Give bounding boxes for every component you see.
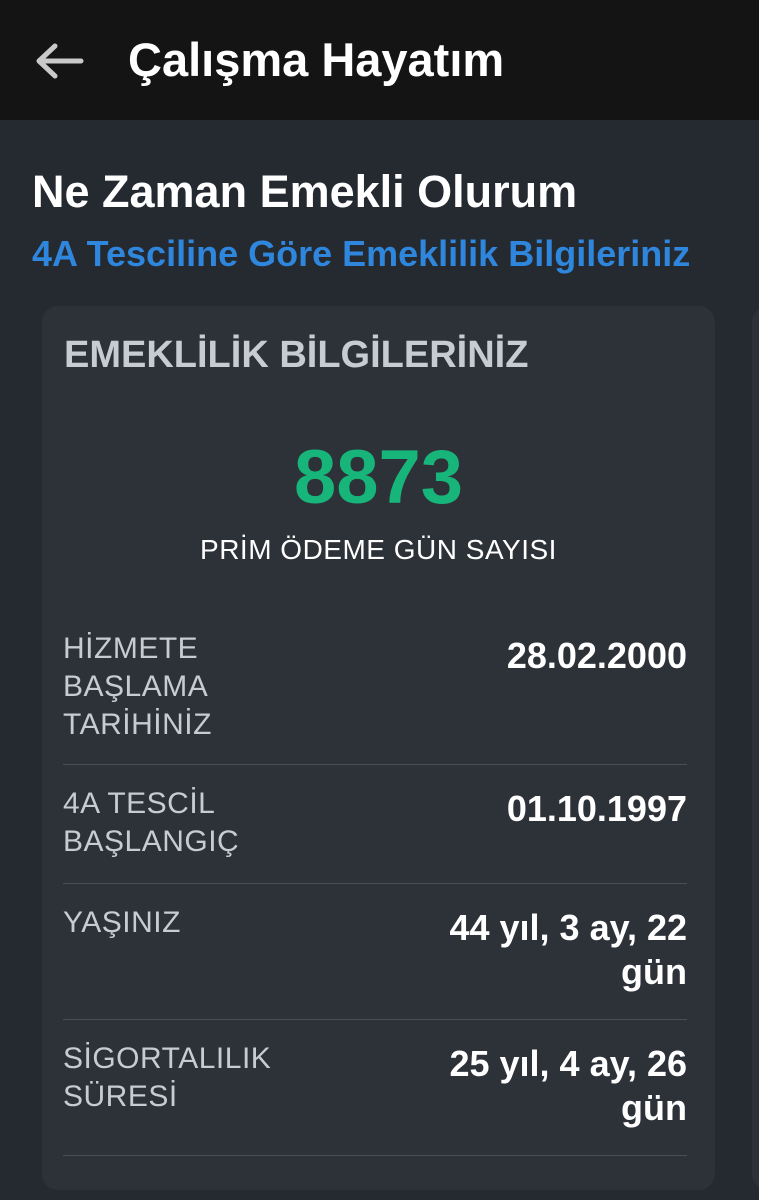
page-heading: Ne Zaman Emekli Olurum (32, 166, 578, 217)
top-app-bar: Çalışma Hayatım (0, 0, 759, 120)
page-subheading: 4A Tesciline Göre Emeklilik Bilgileriniz (32, 233, 691, 274)
prim-days-label: PRİM ÖDEME GÜN SAYISI (200, 534, 557, 565)
card-title: EMEKLİLİK BİLGİLERİNİZ (64, 334, 529, 376)
info-row-label: SİGORTALILIK SÜRESİ (63, 1042, 272, 1113)
info-row-age: YAŞINIZ 44 yıl, 3 ay, 22 gün (63, 884, 687, 1020)
prim-days-value: 8873 (293, 435, 464, 520)
retirement-info-card: EMEKLİLİK BİLGİLERİNİZ 8873 PRİM ÖDEME G… (42, 306, 715, 1190)
info-row-service-start: HİZMETE BAŞLAMA TARİHİNİZ 28.02.2000 (63, 622, 687, 765)
info-row-4a-start: 4A TESCİL BAŞLANGIÇ 01.10.1997 (63, 765, 687, 884)
next-card-edge[interactable] (752, 306, 759, 1190)
info-row-value: 01.10.1997 (506, 788, 687, 829)
info-row-insurance-duration: SİGORTALILIK SÜRESİ 25 yıl, 4 ay, 26 gün (63, 1020, 687, 1156)
info-rows: HİZMETE BAŞLAMA TARİHİNİZ 28.02.2000 4A … (63, 622, 687, 1156)
app-bar-title: Çalışma Hayatım (128, 33, 505, 86)
info-row-value: 25 yıl, 4 ay, 26 gün (449, 1043, 687, 1128)
info-row-label: 4A TESCİL BAŞLANGIÇ (63, 787, 240, 858)
info-row-label: YAŞINIZ (63, 906, 181, 939)
info-row-value: 44 yıl, 3 ay, 22 gün (449, 907, 687, 992)
back-button[interactable] (30, 36, 90, 86)
arrow-left-icon (36, 43, 84, 79)
info-row-value: 28.02.2000 (506, 635, 687, 676)
info-row-label: HİZMETE BAŞLAMA TARİHİNİZ (63, 632, 212, 741)
